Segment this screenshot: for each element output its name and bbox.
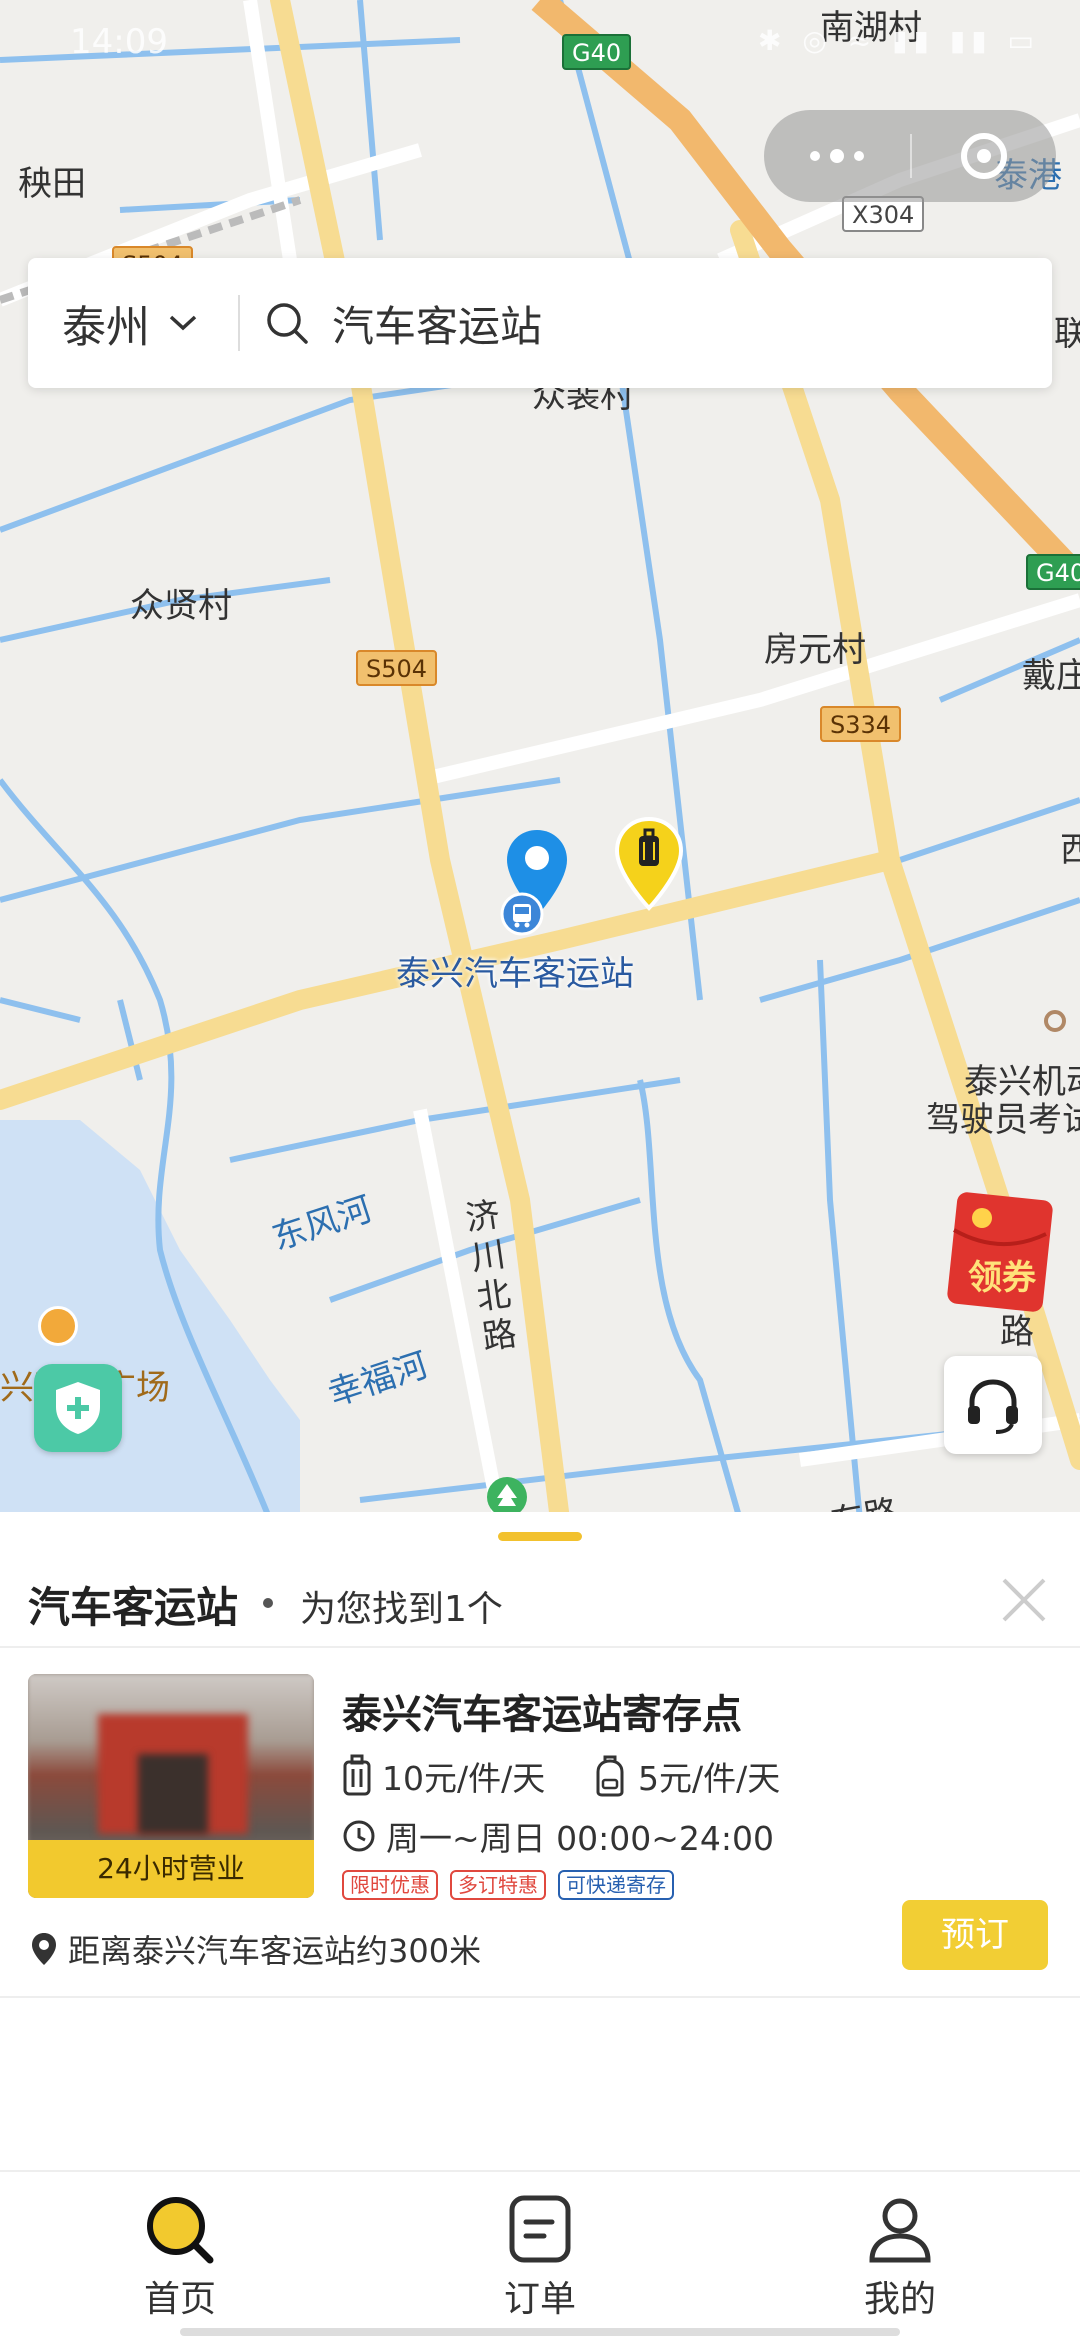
luggage-price-text: 10元/件/天 — [382, 1759, 546, 1798]
search-bar: 泰州 汽车客运站 — [28, 258, 1052, 388]
dot-icon — [854, 151, 864, 161]
tag-express-storage: 可快递寄存 — [558, 1870, 674, 1900]
storage-thumbnail[interactable]: 24小时营业 — [28, 1674, 314, 1898]
city-name: 泰州 — [62, 302, 150, 353]
city-selector[interactable]: 泰州 — [28, 258, 238, 388]
map-label-xi: 西 — [1060, 830, 1080, 870]
bag-price: 5元/件/天 — [592, 1752, 780, 1800]
tab-orders-label: 订单 — [503, 2279, 576, 2320]
tab-profile[interactable]: 我的 — [830, 2194, 970, 2322]
opening-hours: 周一~周日 00:00~24:00 — [342, 1812, 774, 1860]
results-count: 为您找到1个 — [300, 1589, 503, 1630]
search-divider — [238, 295, 240, 351]
shield-g40-right: G40 — [1026, 554, 1080, 590]
bag-price-text: 5元/件/天 — [638, 1759, 781, 1798]
search-input[interactable]: 汽车客运站 — [332, 293, 542, 354]
home-search-icon — [147, 2197, 214, 2264]
tab-home[interactable]: 首页 — [110, 2194, 250, 2322]
luggage-pin-icon[interactable] — [614, 816, 684, 912]
status-time: 14:09 — [70, 22, 168, 62]
book-button[interactable]: 预订 — [902, 1900, 1048, 1970]
dot-icon — [830, 149, 844, 163]
results-header: 汽车客运站 为您找到1个 — [0, 1556, 1080, 1648]
distance-text: 距离泰兴汽车客运站约300米 — [68, 1932, 482, 1970]
close-icon[interactable] — [996, 1572, 1052, 1628]
miniprogram-capsule — [764, 110, 1056, 202]
more-menu-button[interactable] — [764, 110, 910, 202]
tag-multi-order-discount: 多订特惠 — [450, 1870, 546, 1900]
map-label-yangtian: 秧田 — [18, 164, 86, 204]
coupon-label: 领券 — [968, 1258, 1036, 1298]
photo-door-inner — [138, 1754, 208, 1834]
map-view[interactable]: 南湖村 秧田 众裴村 众贤村 房元村 戴庄 西 泰兴机动车 驾驶员考试 泰港 联… — [0, 0, 1080, 1520]
shopping-poi-icon — [38, 1306, 78, 1346]
tab-home-label: 首页 — [143, 2279, 216, 2320]
results-sheet: 汽车客运站 为您找到1个 24小时营业 泰兴汽车客运站寄存点 10元/件/天 5… — [0, 1512, 1080, 2172]
suitcase-icon — [343, 1754, 371, 1796]
exit-miniprogram-button[interactable] — [912, 110, 1056, 202]
promo-tags: 限时优惠 多订特惠 可快递寄存 — [342, 1870, 686, 1900]
search-icon — [267, 303, 308, 344]
map-label-lian: 联 — [1054, 314, 1080, 354]
results-keyword: 汽车客运站 — [28, 1583, 239, 1632]
status-bar: 14:09 ✱ ◎ ≈ ▮▮ ▮▮ ▭ — [0, 0, 1080, 84]
tab-profile-label: 我的 — [863, 2279, 936, 2320]
chevron-down-icon — [169, 315, 197, 331]
distance-info: 距离泰兴汽车客运站约300米 — [30, 1926, 481, 1972]
user-icon — [869, 2198, 931, 2263]
storage-result-card[interactable]: 24小时营业 泰兴汽车客运站寄存点 10元/件/天 5元/件/天 周一~周日 0… — [0, 1650, 1080, 1998]
headset-icon — [968, 1379, 1018, 1434]
storage-name: 泰兴汽车客运站寄存点 — [342, 1692, 742, 1738]
shield-plus-icon — [56, 1382, 100, 1434]
target-icon — [961, 133, 1007, 179]
map-label-zhongxian: 众贤村 — [130, 586, 232, 626]
app-root: 南湖村 秧田 众裴村 众贤村 房元村 戴庄 西 泰兴机动车 驾驶员考试 泰港 联… — [0, 0, 1080, 2340]
bus-station-icon — [500, 892, 544, 936]
shield-s334: S334 — [820, 706, 902, 742]
map-label-jiaotong-2: 驾驶员考试 — [926, 1100, 1080, 1140]
map-label-daizhuang: 戴庄 — [1022, 656, 1080, 696]
location-icon — [32, 1933, 56, 1965]
dot-icon — [810, 151, 820, 161]
status-icons: ✱ ◎ ≈ ▮▮ ▮▮ ▭ — [758, 24, 1040, 57]
bullet-dot — [263, 1598, 273, 1608]
station-map-label[interactable]: 泰兴汽车客运站 — [396, 946, 634, 995]
backpack-icon — [596, 1755, 624, 1797]
home-indicator — [180, 2328, 900, 2336]
tab-orders[interactable]: 订单 — [470, 2194, 610, 2322]
clock-icon — [343, 1820, 375, 1852]
open-hours-badge: 24小时营业 — [28, 1840, 314, 1898]
sheet-drag-handle[interactable] — [498, 1532, 582, 1541]
map-label-fangyuan: 房元村 — [764, 630, 866, 670]
tab-bar: 首页 订单 我的 — [0, 2170, 1080, 2340]
insurance-button[interactable] — [34, 1364, 122, 1452]
tag-limited-offer: 限时优惠 — [342, 1870, 438, 1900]
coupon-button[interactable]: 领券 — [946, 1190, 1054, 1314]
customer-service-button[interactable] — [944, 1356, 1042, 1454]
order-list-icon — [509, 2195, 571, 2263]
poi-dot-icon — [1044, 1010, 1066, 1032]
opening-hours-text: 周一~周日 00:00~24:00 — [386, 1819, 774, 1858]
luggage-price: 10元/件/天 — [342, 1752, 545, 1800]
shield-s504: S504 — [356, 650, 438, 686]
